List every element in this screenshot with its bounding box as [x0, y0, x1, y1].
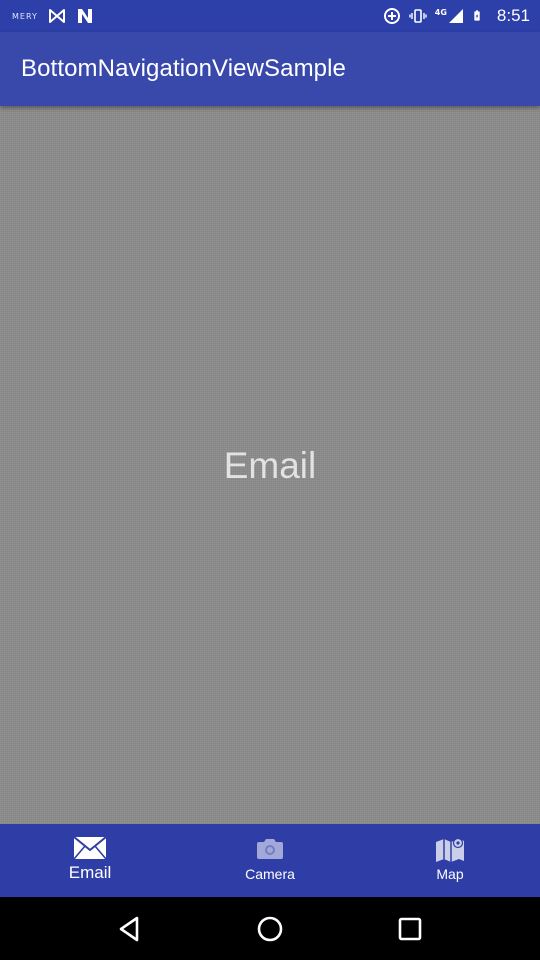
bottom-navigation: Email Camera Map [0, 824, 540, 897]
signal-icon [448, 9, 463, 23]
bowtie-notification-icon [48, 9, 65, 23]
recents-icon[interactable] [395, 914, 425, 944]
status-clock: 8:51 [496, 6, 530, 25]
battery-charging-icon [474, 10, 480, 21]
status-bar: MERY 4G 8:51 [0, 0, 540, 32]
app-bar: BottomNavigationViewSample [0, 32, 540, 106]
network-type-label: 4G [434, 7, 447, 17]
camera-icon [257, 839, 283, 859]
status-bar-right: 4G 8:51 [383, 6, 530, 26]
bottom-nav-label-map: Map [436, 866, 464, 882]
screen: MERY 4G 8:51 BottomNavigationViewSample … [0, 0, 540, 960]
status-bar-left: MERY [12, 7, 94, 25]
content-label: Email [223, 445, 317, 486]
bottom-nav-item-camera[interactable]: Camera [180, 824, 360, 897]
content-area: Email [0, 106, 540, 824]
home-icon[interactable] [255, 914, 285, 944]
back-icon[interactable] [115, 914, 145, 944]
bottom-nav-item-email[interactable]: Email [0, 824, 180, 897]
vibrate-icon [409, 9, 427, 23]
bottom-nav-item-map[interactable]: Map [360, 824, 540, 897]
system-navigation-bar [0, 897, 540, 960]
email-icon [73, 836, 107, 860]
map-icon [436, 837, 464, 862]
bottom-nav-label-camera: Camera [245, 866, 295, 882]
n-logo-notification-icon [77, 9, 92, 23]
data-saver-icon [383, 8, 400, 24]
app-title: BottomNavigationViewSample [21, 55, 346, 82]
carrier-label: MERY [12, 11, 38, 21]
bottom-nav-label-email: Email [68, 863, 112, 882]
